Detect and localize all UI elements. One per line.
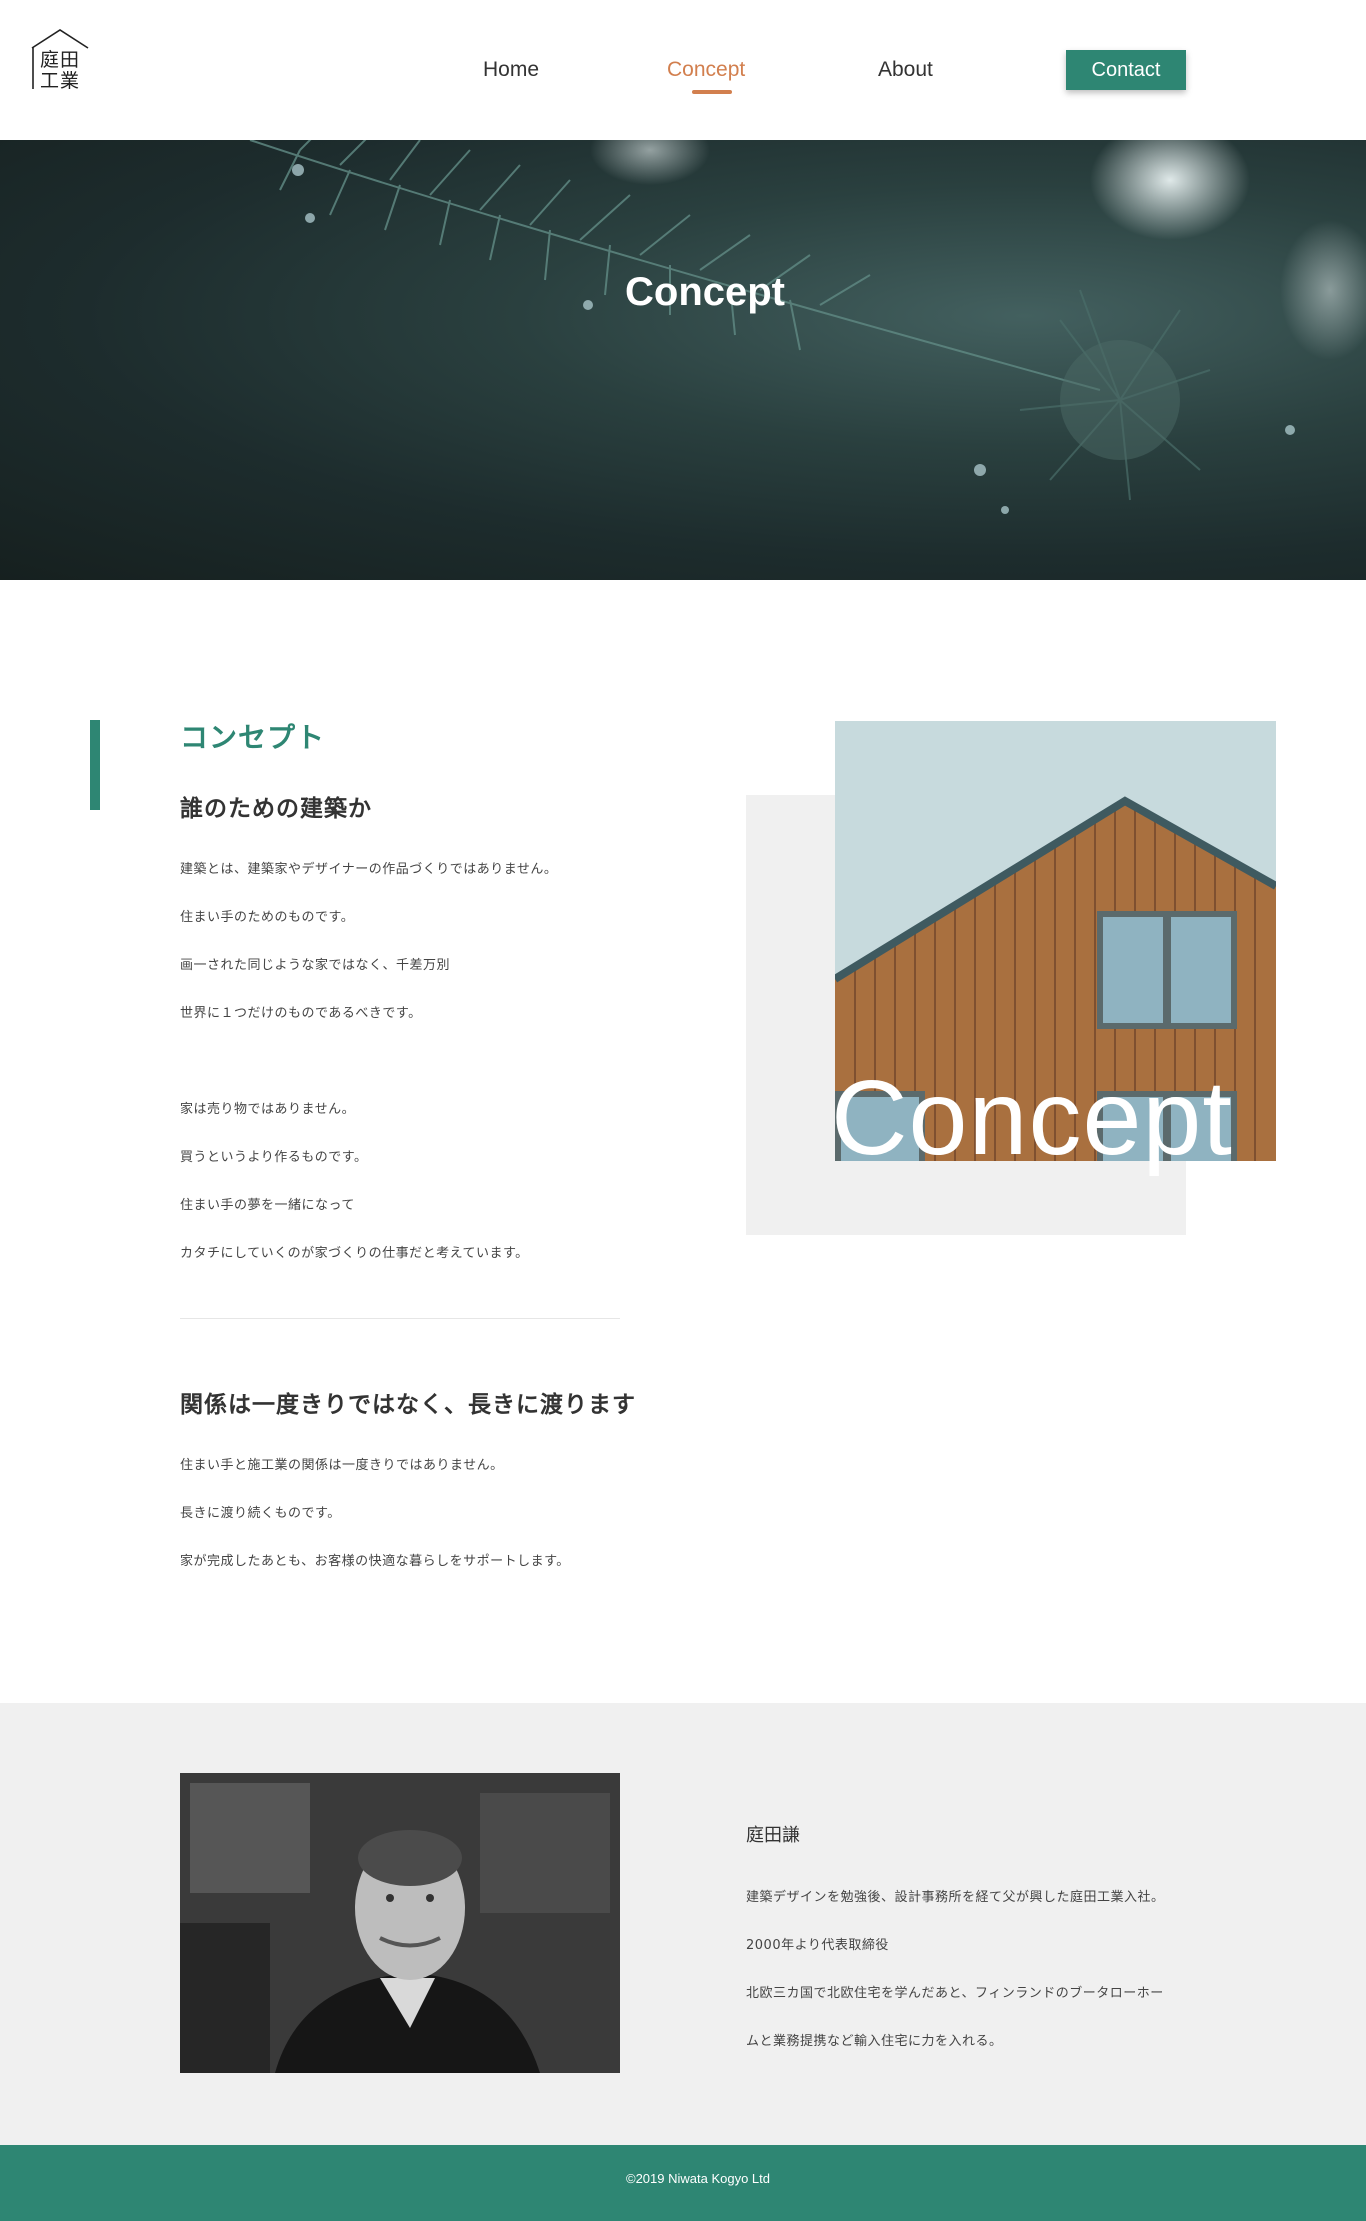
paragraph-line: 家が完成したあとも、お客様の快適な暮らしをサポートします。 xyxy=(180,1554,570,1569)
hero-banner: Concept xyxy=(0,140,1366,580)
nav-concept[interactable]: Concept xyxy=(667,58,745,82)
subheading-relationship: 関係は一度きりではなく、長きに渡ります xyxy=(180,1392,636,1418)
paragraph-line: 画一された同じような家ではなく、千差万別 xyxy=(180,958,451,973)
paragraph-line: 長きに渡り続くものです。 xyxy=(180,1506,341,1521)
person-portrait-image xyxy=(180,1773,620,2073)
section-heading: コンセプト xyxy=(180,721,326,754)
logo-text-line1: 庭田 xyxy=(40,49,81,71)
copyright-text: ©2019 Niwata Kogyo Ltd xyxy=(625,2171,770,2186)
subheading-who-for: 誰のための建築か xyxy=(180,796,372,822)
paragraph-line: 住まい手の夢を一緒になって xyxy=(180,1198,355,1213)
site-header: 庭田 工業 Home Concept About Contact xyxy=(0,0,1366,140)
section-divider xyxy=(180,1318,620,1319)
logo-text-line2: 工業 xyxy=(40,70,81,92)
image-overlay-text: Concept xyxy=(831,1059,1233,1177)
hero-title: Concept xyxy=(625,270,785,314)
paragraph-line: 建築とは、建築家やデザイナーの作品づくりではありません。 xyxy=(180,862,558,877)
nav-home[interactable]: Home xyxy=(483,58,539,82)
pine-branch-image xyxy=(249,140,1366,514)
paragraph-line: 家は売り物ではありません。 xyxy=(180,1102,356,1117)
paragraph-line: 住まい手と施工業の関係は一度きりではありません。 xyxy=(180,1458,504,1473)
nav-about[interactable]: About xyxy=(878,58,933,82)
contact-button[interactable]: Contact xyxy=(1066,50,1186,90)
profile-line: 建築デザインを勉強後、設計事務所を経て父が興した庭田工業入社。 xyxy=(746,1890,1165,1905)
profile-name: 庭田謙 xyxy=(746,1825,800,1846)
section-accent-bar xyxy=(90,720,100,810)
profile-line: 北欧三カ国で北欧住宅を学んだあと、フィンランドのブータローホー xyxy=(746,1986,1164,2001)
nav-active-underline xyxy=(692,90,732,94)
profile-line: 2000年より代表取締役 xyxy=(746,1938,889,1953)
paragraph-line: カタチにしていくのが家づくりの仕事だと考えています。 xyxy=(180,1246,529,1261)
profile-line: ムと業務提携など輸入住宅に力を入れる。 xyxy=(746,2034,1003,2049)
portrait-photo xyxy=(180,1773,620,2073)
paragraph-line: 住まい手のためのものです。 xyxy=(180,910,355,925)
paragraph-line: 買うというより作るものです。 xyxy=(180,1150,368,1165)
logo-text: 庭田 工業 xyxy=(40,50,84,92)
paragraph-line: 世界に１つだけのものであるべきです。 xyxy=(180,1006,422,1021)
